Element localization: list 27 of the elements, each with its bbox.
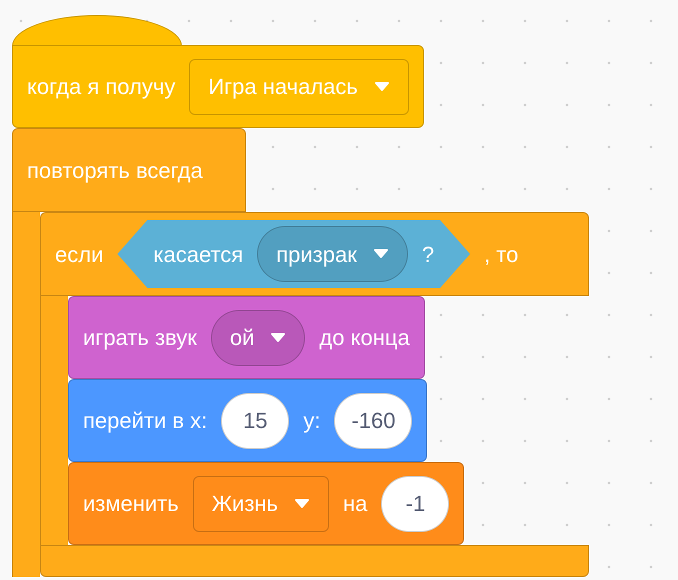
- caret-icon: [372, 249, 389, 259]
- dropdown-menu[interactable]: ой: [210, 310, 306, 366]
- block-label: ?: [422, 240, 434, 268]
- dropdown-menu[interactable]: призрак: [257, 226, 408, 282]
- caret-icon: [294, 498, 310, 508]
- block-label: если: [55, 240, 104, 268]
- block-label: у:: [303, 407, 320, 435]
- block-label: повторять всегда: [27, 156, 203, 185]
- number-input[interactable]: -1: [381, 476, 450, 532]
- block-label: до конца: [319, 324, 410, 352]
- block-label: когда я получу: [27, 73, 176, 101]
- block-label: играть звук: [83, 324, 197, 352]
- if-block[interactable]: если касается призрак ? , то: [40, 212, 590, 296]
- caret-icon: [374, 82, 390, 92]
- block-label: перейти в х:: [83, 407, 208, 435]
- condition-block[interactable]: касается призрак ?: [117, 220, 470, 288]
- number-input[interactable]: -160: [334, 392, 412, 448]
- caret-icon: [270, 332, 286, 342]
- block-label: касается: [153, 240, 244, 268]
- dropdown-menu[interactable]: Жизнь: [192, 476, 330, 532]
- code-block[interactable]: играть звук ой до конца: [68, 296, 425, 379]
- block-label: , то: [484, 240, 518, 268]
- block-label: на: [343, 490, 368, 518]
- block-label: изменить: [83, 490, 179, 518]
- code-block[interactable]: перейти в х: 15 у: -160: [68, 379, 428, 462]
- number-input[interactable]: 15: [221, 392, 290, 448]
- code-block[interactable]: изменить Жизнь на -1: [68, 462, 464, 545]
